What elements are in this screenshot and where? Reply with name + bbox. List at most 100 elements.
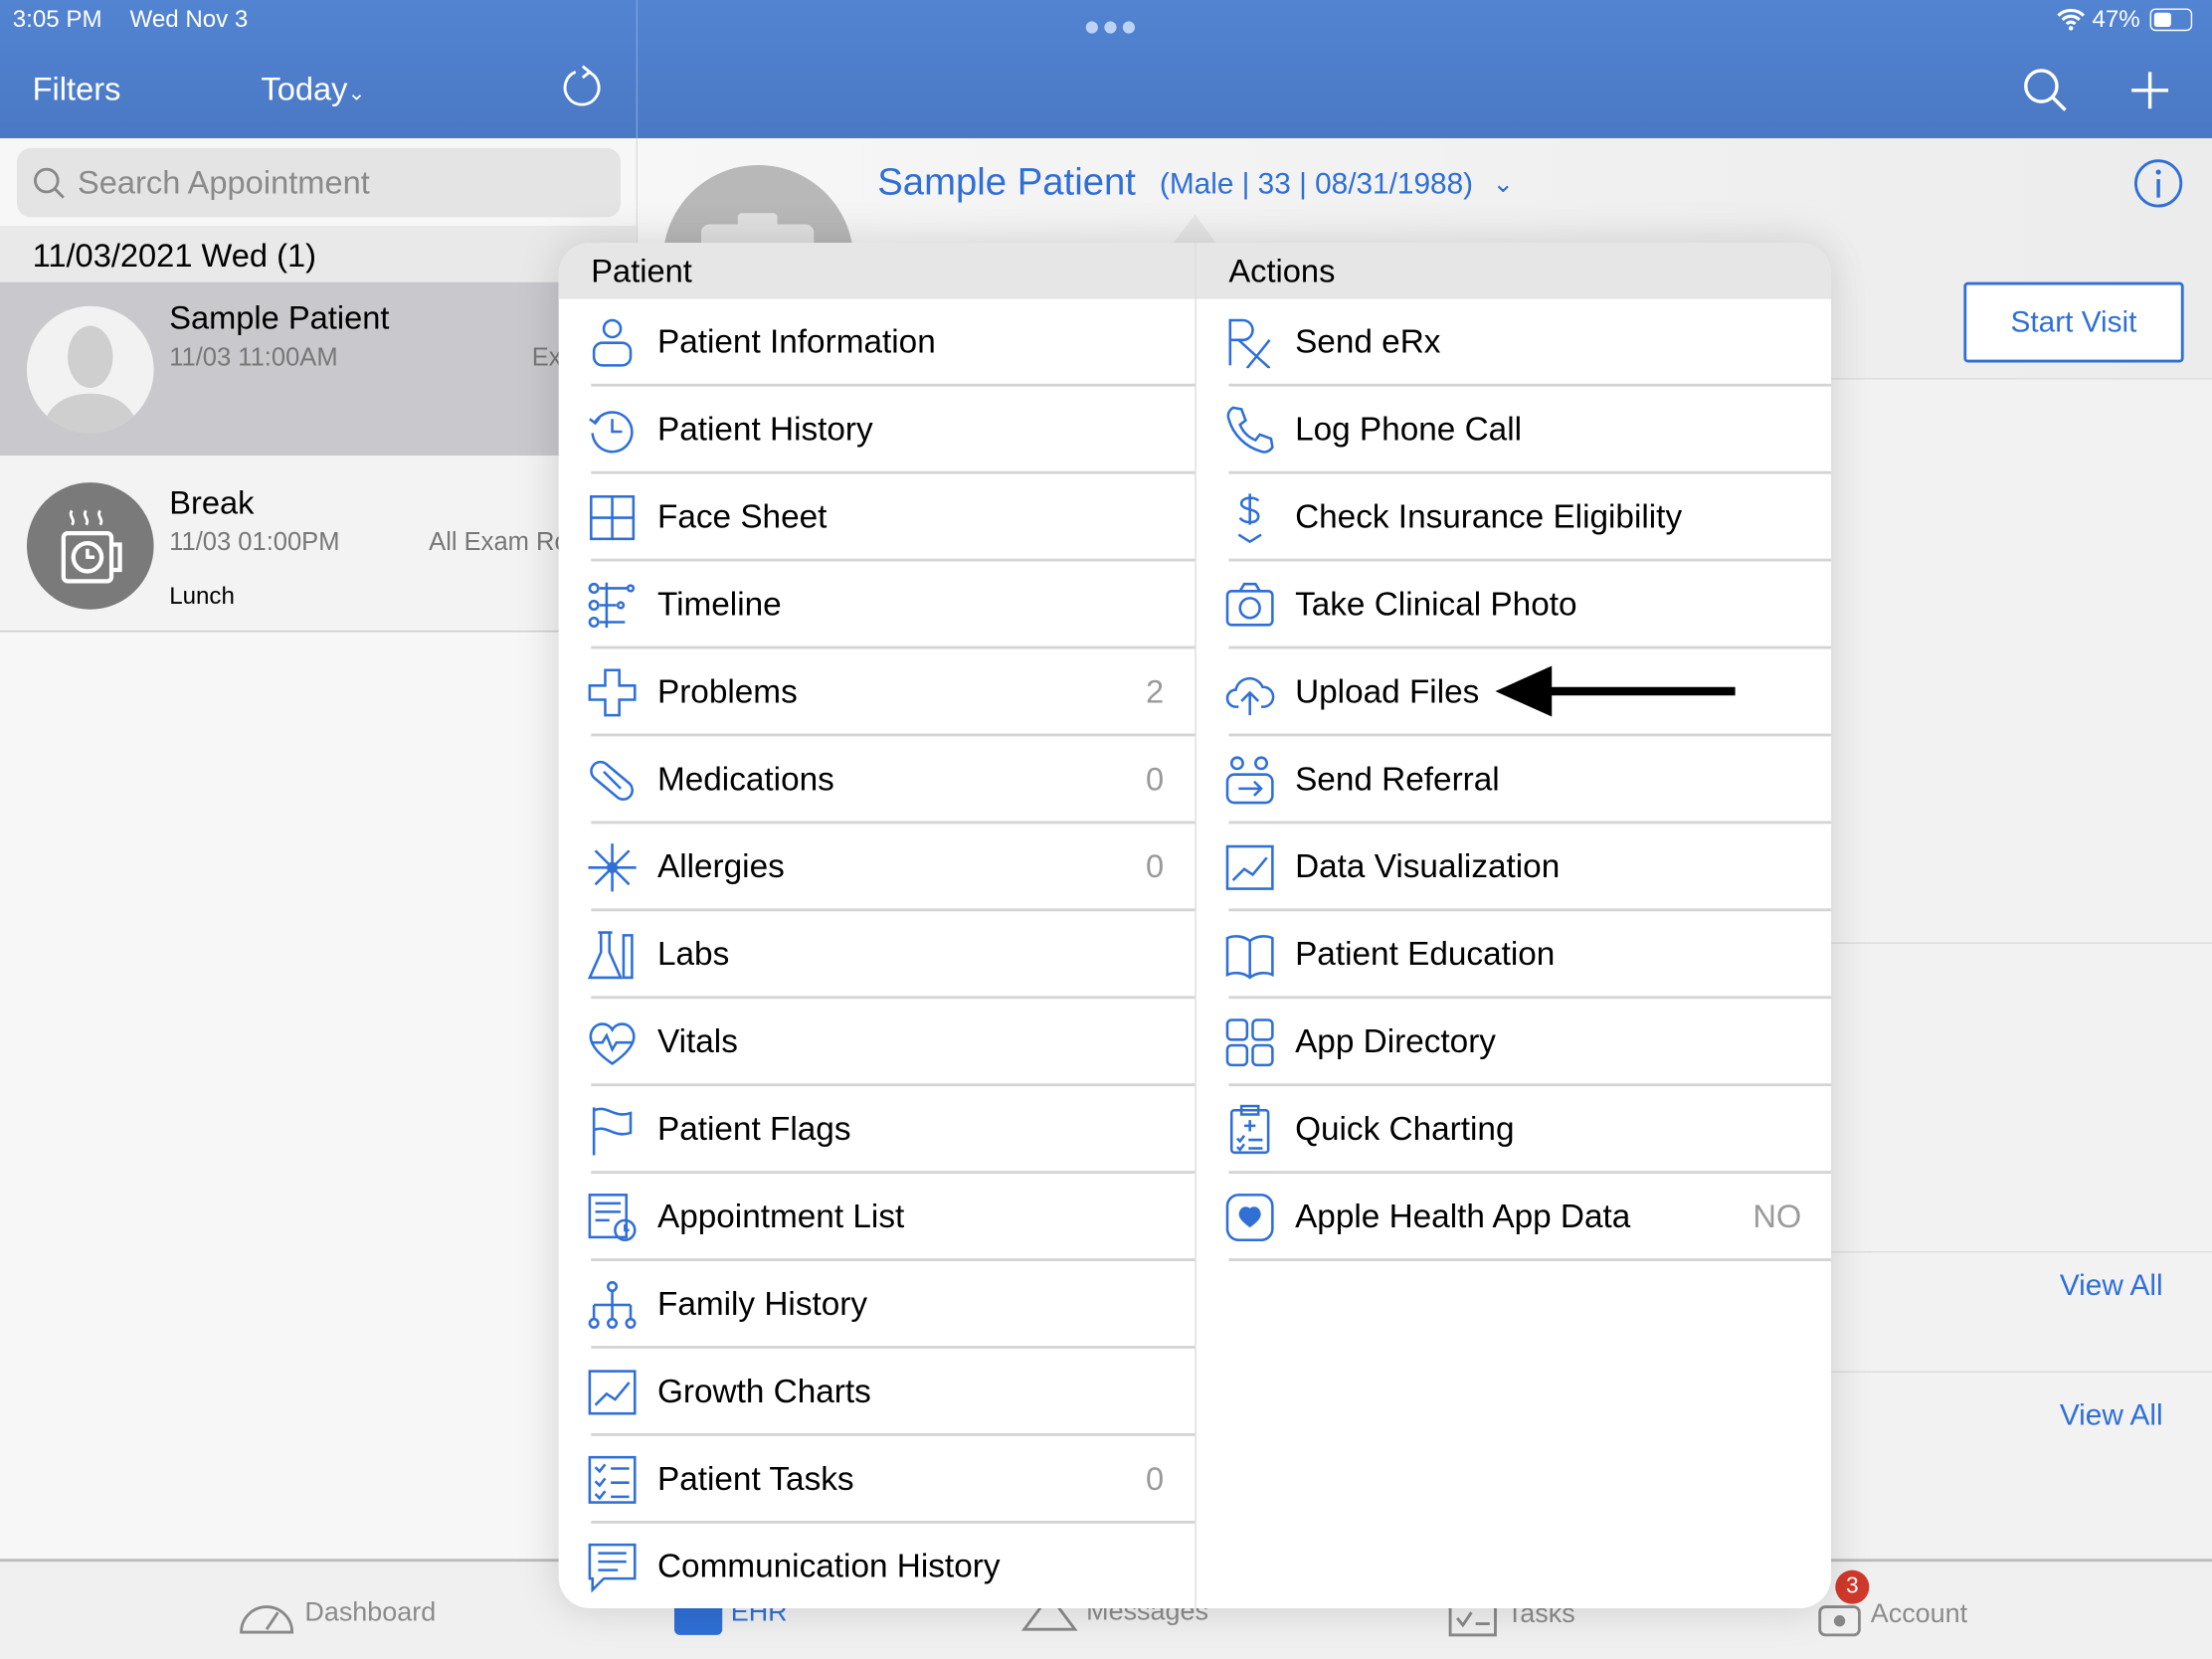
- patient-demographics[interactable]: (Male | 33 | 08/31/1988): [1160, 168, 1473, 202]
- appointment-row[interactable]: Sample Patient 11/03 11:00AM Ex: [0, 281, 637, 457]
- menu-item-count: 0: [1146, 1460, 1165, 1497]
- app-root: 3:05 PM Wed Nov 3 ●●● 47% Filters Today⌄…: [0, 0, 2212, 1659]
- menu-item-check-insurance-eligibility[interactable]: Check Insurance Eligibility: [1197, 474, 1832, 562]
- menu-item-label: Medications: [656, 760, 834, 798]
- menu-item-appointment-list[interactable]: Appointment List: [559, 1174, 1196, 1262]
- annotation-arrow: [1495, 665, 1736, 717]
- tab-dashboard[interactable]: Dashboard: [237, 1592, 436, 1635]
- today-label: Today: [261, 70, 348, 107]
- coffee-break-icon: [26, 482, 154, 610]
- menu-item-label: Take Clinical Photo: [1295, 585, 1577, 623]
- menu-item-allergies[interactable]: Allergies 0: [559, 824, 1196, 912]
- chart-icon: [1225, 844, 1274, 890]
- refresh-icon[interactable]: [560, 64, 605, 111]
- menu-item-label: Send Referral: [1295, 760, 1500, 798]
- menu-item-label: Appointment List: [656, 1198, 905, 1235]
- chevron-down-icon[interactable]: ⌄: [1493, 169, 1514, 199]
- info-icon[interactable]: [2133, 158, 2184, 209]
- appointment-row[interactable]: Break 11/03 01:00PM All Exam Ro Lunch: [0, 456, 637, 633]
- status-date: Wed Nov 3: [129, 5, 249, 33]
- menu-item-label: Patient Tasks: [656, 1460, 854, 1497]
- menu-item-apple-health-app-data[interactable]: Apple Health App Data NO: [1197, 1174, 1832, 1262]
- actions-menu-list: Send eRx Log Phone Call Check Insurance El…: [1197, 299, 1832, 1262]
- appointment-location: Ex: [531, 342, 562, 372]
- menu-item-label: Check Insurance Eligibility: [1295, 497, 1683, 535]
- person-icon: [592, 318, 633, 367]
- menu-item-label: Timeline: [656, 585, 782, 623]
- menu-item-count: 0: [1146, 760, 1165, 798]
- chevron-down-icon: ⌄: [347, 82, 366, 106]
- menu-item-app-directory[interactable]: App Directory: [1197, 999, 1832, 1087]
- status-time: 3:05 PM: [12, 5, 102, 33]
- menu-item-label: Apple Health App Data: [1295, 1198, 1631, 1235]
- flask-icon: [587, 931, 634, 980]
- appointment-location: All Exam Ro: [429, 527, 569, 556]
- menu-item-patient-flags[interactable]: Patient Flags: [559, 1086, 1196, 1175]
- menu-item-label: Problems: [656, 672, 798, 710]
- today-dropdown[interactable]: Today⌄: [261, 71, 365, 108]
- menu-item-patient-history[interactable]: Patient History: [559, 387, 1196, 474]
- search-icon[interactable]: [2022, 67, 2070, 114]
- appointment-note: Lunch: [169, 582, 235, 610]
- menu-item-take-clinical-photo[interactable]: Take Clinical Photo: [1197, 562, 1832, 649]
- menu-item-label: Patient Flags: [656, 1110, 851, 1148]
- filters-button[interactable]: Filters: [33, 71, 121, 108]
- appointment-time: 11/03 11:00AM: [169, 342, 338, 372]
- menu-item-label: Growth Charts: [656, 1373, 871, 1409]
- menu-item-labs[interactable]: Labs: [559, 911, 1196, 1000]
- menu-item-patient-education[interactable]: Patient Education: [1197, 911, 1832, 1000]
- tab-account[interactable]: Account: [1817, 1592, 1967, 1637]
- chart-icon: [588, 1370, 637, 1415]
- patient-menu-list: Patient Information Patient History Face S…: [559, 299, 1196, 1608]
- camera-icon: [1225, 582, 1274, 627]
- search-appointment-input[interactable]: Search Appointment: [17, 147, 622, 218]
- date-header: 11/03/2021 Wed (1): [0, 225, 637, 282]
- checklist-icon: [588, 1455, 637, 1504]
- menu-item-patient-information[interactable]: Patient Information: [559, 299, 1196, 387]
- menu-item-communication-history[interactable]: Communication History: [559, 1524, 1196, 1608]
- book-icon: [1225, 935, 1274, 980]
- divider: [636, 0, 639, 139]
- add-icon[interactable]: [2130, 71, 2170, 110]
- menu-item-face-sheet[interactable]: Face Sheet: [559, 474, 1196, 562]
- menu-item-label: Quick Charting: [1295, 1110, 1515, 1148]
- menu-item-send-referral[interactable]: Send Referral: [1197, 736, 1832, 825]
- menu-item-medications[interactable]: Medications 0: [559, 736, 1196, 825]
- menu-item-vitals[interactable]: Vitals: [559, 999, 1196, 1087]
- menu-item-send-erx[interactable]: Send eRx: [1197, 299, 1832, 387]
- cross-icon: [588, 668, 637, 717]
- divider: [1831, 1251, 2212, 1253]
- menu-item-quick-charting[interactable]: Quick Charting: [1197, 1086, 1832, 1175]
- tab-label: Account: [1870, 1599, 1968, 1630]
- search-placeholder: Search Appointment: [78, 163, 370, 201]
- patient-name-title[interactable]: Sample Patient: [877, 161, 1136, 205]
- menu-item-growth-charts[interactable]: Growth Charts: [559, 1349, 1196, 1436]
- chat-list-icon: [588, 1543, 637, 1593]
- tab-label: Dashboard: [304, 1598, 437, 1628]
- battery-level: 47%: [2092, 5, 2140, 33]
- dollar-icon: [1237, 493, 1262, 544]
- avatar: [26, 305, 154, 434]
- rx-icon: [1228, 318, 1271, 369]
- appointment-time: 11/03 01:00PM: [169, 527, 340, 556]
- apps-icon: [1225, 1018, 1274, 1067]
- start-visit-button[interactable]: Start Visit: [1963, 281, 2184, 363]
- menu-item-family-history[interactable]: Family History: [559, 1261, 1196, 1349]
- menu-item-log-phone-call[interactable]: Log Phone Call: [1197, 387, 1832, 474]
- search-icon: [34, 167, 65, 199]
- patient-menu-popover: Patient Actions Patient Information Patie…: [558, 242, 1832, 1608]
- menu-item-label: Send eRx: [1295, 322, 1441, 360]
- view-all-link[interactable]: View All: [2060, 1270, 2163, 1304]
- clipboard-icon: [1229, 1104, 1270, 1155]
- view-all-link[interactable]: View All: [2060, 1399, 2163, 1433]
- menu-item-timeline[interactable]: Timeline: [559, 562, 1196, 649]
- menu-item-count: NO: [1752, 1198, 1802, 1235]
- menu-item-problems[interactable]: Problems 2: [559, 648, 1196, 737]
- menu-item-data-visualization[interactable]: Data Visualization: [1197, 824, 1832, 912]
- multitask-dots-icon[interactable]: ●●●: [1083, 11, 1139, 44]
- patient-name: Sample Patient: [169, 298, 390, 336]
- menu-item-patient-tasks[interactable]: Patient Tasks 0: [559, 1436, 1196, 1524]
- menu-item-count: 2: [1146, 672, 1165, 710]
- dashboard-icon: [240, 1605, 294, 1634]
- menu-item-label: Patient Information: [656, 322, 936, 360]
